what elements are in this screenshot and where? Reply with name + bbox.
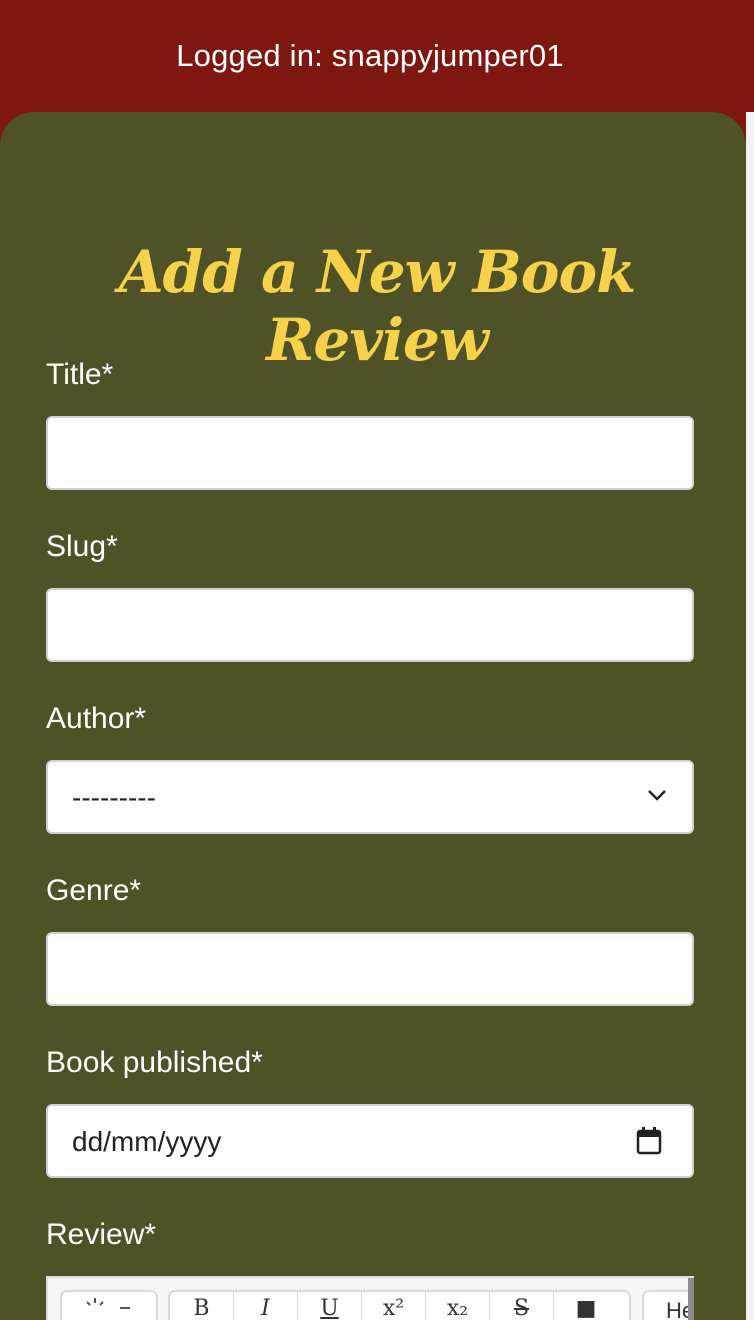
- review-label: Review*: [46, 1218, 157, 1251]
- author-label: Author*: [46, 702, 147, 735]
- theme-menu-button[interactable]: [60, 1290, 158, 1320]
- strikethrough-button[interactable]: S: [490, 1292, 554, 1320]
- author-selected-value: ---------: [72, 782, 156, 813]
- title-input[interactable]: [46, 416, 694, 490]
- chevron-down-icon: [648, 790, 666, 801]
- genre-label: Genre*: [46, 874, 142, 907]
- editor-scrollbar[interactable]: [688, 1278, 694, 1320]
- author-select[interactable]: ---------: [46, 760, 694, 834]
- calendar-icon[interactable]: [636, 1127, 662, 1155]
- page-title: Add a New Book Review: [118, 238, 637, 374]
- bold-button[interactable]: B: [170, 1292, 234, 1320]
- slug-label: Slug*: [46, 530, 118, 563]
- published-date-input[interactable]: dd/mm/yyyy: [46, 1104, 694, 1178]
- title-label: Title*: [46, 358, 114, 391]
- superscript-button[interactable]: x²: [362, 1292, 426, 1320]
- subscript-button[interactable]: x₂: [426, 1292, 490, 1320]
- italic-button[interactable]: I: [234, 1292, 298, 1320]
- underline-button[interactable]: U: [298, 1292, 362, 1320]
- chevron-down-icon: [120, 1307, 130, 1309]
- logged-in-status: Logged in: snappyjumper01: [176, 38, 564, 73]
- published-date-placeholder: dd/mm/yyyy: [72, 1126, 222, 1157]
- format-button-group: B I U x² x₂ S ■: [168, 1290, 631, 1320]
- published-label: Book published*: [46, 1046, 263, 1079]
- genre-input[interactable]: [46, 932, 694, 1006]
- theme-icon: [86, 1298, 104, 1306]
- heading-style-button[interactable]: He: [642, 1290, 692, 1320]
- top-bar: Logged in: snappyjumper01: [0, 0, 754, 115]
- block-button[interactable]: ■: [554, 1292, 618, 1320]
- review-editor-toolbar: B I U x² x₂ S ■ He: [46, 1276, 694, 1320]
- slug-input[interactable]: [46, 588, 694, 662]
